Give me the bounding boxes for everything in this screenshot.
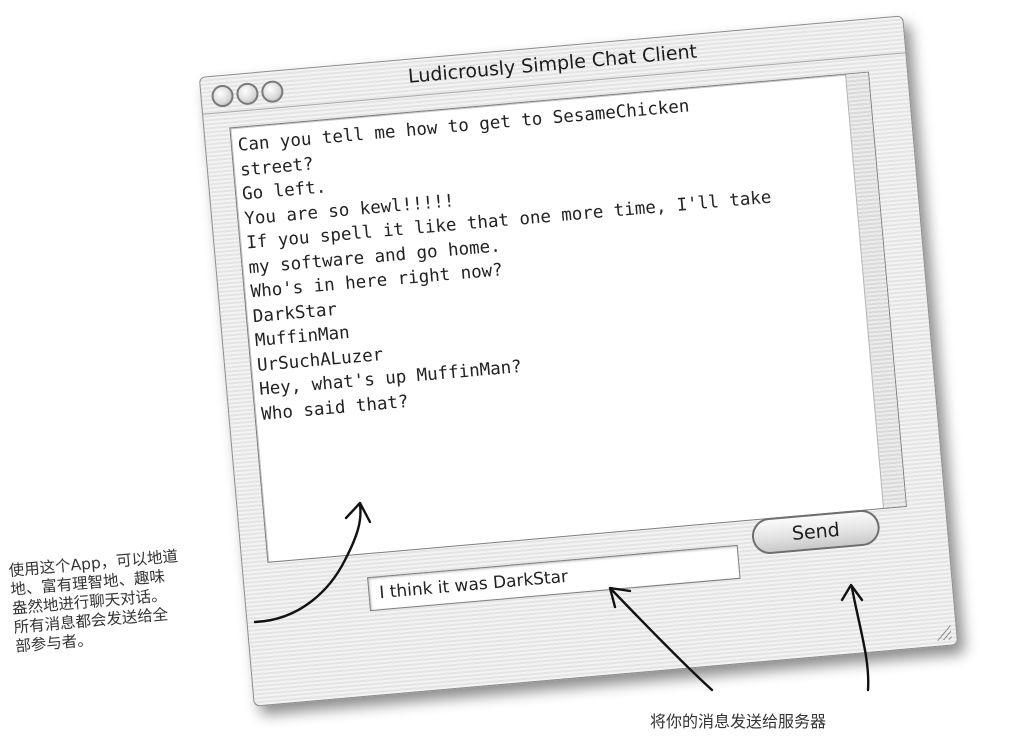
arrow-to-input <box>610 588 714 692</box>
bottom-annotation: 将你的消息发送给服务器 <box>650 712 827 731</box>
stage: Ludicrously Simple Chat Client Can you t… <box>0 0 1023 739</box>
arrow-to-send <box>850 586 870 692</box>
arrow-to-transcript <box>253 503 362 624</box>
